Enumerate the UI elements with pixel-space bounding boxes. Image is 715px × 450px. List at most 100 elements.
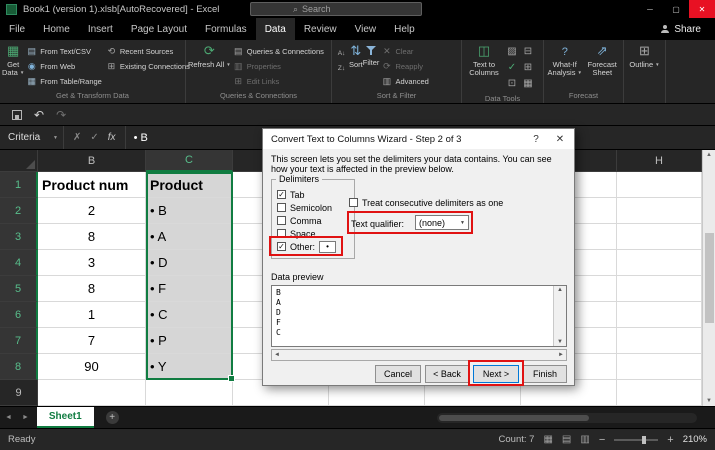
share-button[interactable]: Share xyxy=(661,18,715,40)
properties-button[interactable]: Properties xyxy=(233,60,324,72)
cell-h9[interactable] xyxy=(617,380,702,406)
zoom-in-icon[interactable]: + xyxy=(667,435,673,445)
cell-h6[interactable] xyxy=(617,302,702,328)
tab-review[interactable]: Review xyxy=(295,18,346,40)
advanced-button[interactable]: Advanced xyxy=(381,75,428,87)
tab-help[interactable]: Help xyxy=(385,18,424,40)
cell-b6[interactable]: 1 xyxy=(38,302,146,328)
dialog-help-button[interactable]: ? xyxy=(528,132,544,146)
cell-c3[interactable]: • A xyxy=(146,224,233,250)
formula-bar-value[interactable]: • B xyxy=(126,132,148,144)
zoom-out-icon[interactable]: − xyxy=(599,435,605,445)
column-header-c[interactable]: C xyxy=(146,150,233,172)
cell-h8[interactable] xyxy=(617,354,702,380)
sheet-tab-sheet1[interactable]: Sheet1 xyxy=(37,407,94,428)
treat-consecutive-checkbox[interactable]: Treat consecutive delimiters as one xyxy=(349,197,503,208)
finish-button[interactable]: Finish xyxy=(523,365,567,383)
reapply-button[interactable]: Reapply xyxy=(381,60,428,72)
data-model-icon[interactable] xyxy=(520,77,536,93)
clear-filter-button[interactable]: Clear xyxy=(381,45,428,57)
cell-c4[interactable]: • D xyxy=(146,250,233,276)
cell-b2[interactable]: 2 xyxy=(38,198,146,224)
name-box[interactable]: Criteria ▼ xyxy=(0,126,64,149)
scroll-down-icon[interactable]: ▼ xyxy=(706,398,712,404)
cell-c8[interactable]: • Y xyxy=(146,354,233,380)
new-sheet-button[interactable]: + xyxy=(106,411,119,424)
cell-b9[interactable] xyxy=(38,380,146,406)
redo-icon[interactable]: ↷ xyxy=(56,108,66,122)
horizontal-scrollbar-thumb[interactable] xyxy=(439,415,589,421)
cell-b8[interactable]: 90 xyxy=(38,354,146,380)
insert-function-icon[interactable]: fx xyxy=(108,132,116,143)
select-all-corner[interactable] xyxy=(0,150,38,172)
cell-c5[interactable]: • F xyxy=(146,276,233,302)
cell-c1[interactable]: Product xyxy=(146,172,233,198)
horizontal-scrollbar[interactable] xyxy=(437,413,697,423)
next-button[interactable]: Next > xyxy=(473,365,519,383)
tab-insert[interactable]: Insert xyxy=(79,18,122,40)
space-delimiter-checkbox[interactable]: Space xyxy=(277,228,316,239)
semicolon-delimiter-checkbox[interactable]: Semicolon xyxy=(277,202,332,213)
row-header-6[interactable]: 6 xyxy=(0,302,38,328)
from-text-csv-button[interactable]: From Text/CSV xyxy=(26,45,102,57)
row-header-1[interactable]: 1 xyxy=(0,172,38,198)
cell-h3[interactable] xyxy=(617,224,702,250)
cell-h1[interactable] xyxy=(617,172,702,198)
consolidate-icon[interactable] xyxy=(520,61,536,77)
undo-icon[interactable]: ↶ xyxy=(34,108,44,122)
other-delimiter-checkbox[interactable]: ✓ Other: xyxy=(277,241,336,252)
close-button[interactable]: ✕ xyxy=(689,0,715,18)
remove-duplicates-icon[interactable] xyxy=(520,45,536,61)
vertical-scrollbar[interactable]: ▲ ▼ xyxy=(702,150,715,406)
refresh-all-button[interactable]: Refresh All xyxy=(188,42,231,69)
data-validation-icon[interactable] xyxy=(504,61,520,77)
sheet-nav-left-icon[interactable]: ◄ xyxy=(0,414,17,421)
filter-button[interactable]: Filter xyxy=(363,42,380,67)
recent-sources-button[interactable]: Recent Sources xyxy=(106,45,190,57)
outline-button[interactable]: Outline xyxy=(626,42,663,69)
dialog-close-button[interactable]: ✕ xyxy=(552,132,568,146)
cell-h5[interactable] xyxy=(617,276,702,302)
flash-fill-icon[interactable] xyxy=(504,45,520,61)
cell-h4[interactable] xyxy=(617,250,702,276)
row-header-5[interactable]: 5 xyxy=(0,276,38,302)
cell-b1[interactable]: Product num xyxy=(38,172,146,198)
confirm-entry-icon[interactable]: ✓ xyxy=(90,132,98,143)
existing-connections-button[interactable]: Existing Connections xyxy=(106,60,190,72)
cell-b4[interactable]: 3 xyxy=(38,250,146,276)
other-delimiter-input[interactable] xyxy=(319,241,336,253)
cell-b3[interactable]: 8 xyxy=(38,224,146,250)
comma-delimiter-checkbox[interactable]: Comma xyxy=(277,215,322,226)
row-header-4[interactable]: 4 xyxy=(0,250,38,276)
cell-h7[interactable] xyxy=(617,328,702,354)
column-header-h[interactable]: H xyxy=(617,150,702,172)
tab-view[interactable]: View xyxy=(346,18,386,40)
preview-horizontal-scrollbar[interactable]: ◄ ► xyxy=(271,349,567,361)
zoom-slider[interactable] xyxy=(614,439,658,441)
sort-descending-button[interactable] xyxy=(336,62,347,74)
queries-connections-button[interactable]: Queries & Connections xyxy=(233,45,324,57)
tab-page-layout[interactable]: Page Layout xyxy=(122,18,196,40)
forecast-sheet-button[interactable]: Forecast Sheet xyxy=(584,42,622,77)
view-page-layout-icon[interactable]: ▤ xyxy=(562,434,571,445)
name-box-dropdown-icon[interactable]: ▼ xyxy=(53,135,58,141)
scroll-up-icon[interactable]: ▲ xyxy=(706,152,712,158)
what-if-analysis-button[interactable]: What-If Analysis xyxy=(546,42,584,77)
text-qualifier-select[interactable]: (none) ▼ xyxy=(415,215,469,230)
cell-h2[interactable] xyxy=(617,198,702,224)
back-button[interactable]: < Back xyxy=(425,365,469,383)
row-header-9[interactable]: 9 xyxy=(0,380,38,406)
row-header-7[interactable]: 7 xyxy=(0,328,38,354)
zoom-level[interactable]: 210% xyxy=(683,434,707,445)
text-to-columns-button[interactable]: Text to Columns xyxy=(464,42,504,77)
get-data-button[interactable]: Get Data xyxy=(2,42,24,77)
row-header-3[interactable]: 3 xyxy=(0,224,38,250)
sheet-nav-right-icon[interactable]: ► xyxy=(17,414,34,421)
tab-data[interactable]: Data xyxy=(256,18,295,40)
preview-vertical-scrollbar[interactable]: ▲ ▼ xyxy=(553,286,566,346)
row-header-2[interactable]: 2 xyxy=(0,198,38,224)
row-header-8[interactable]: 8 xyxy=(0,354,38,380)
tab-delimiter-checkbox[interactable]: ✓ Tab xyxy=(277,189,305,200)
cancel-entry-icon[interactable]: ✗ xyxy=(73,132,81,143)
tab-file[interactable]: File xyxy=(0,18,34,40)
